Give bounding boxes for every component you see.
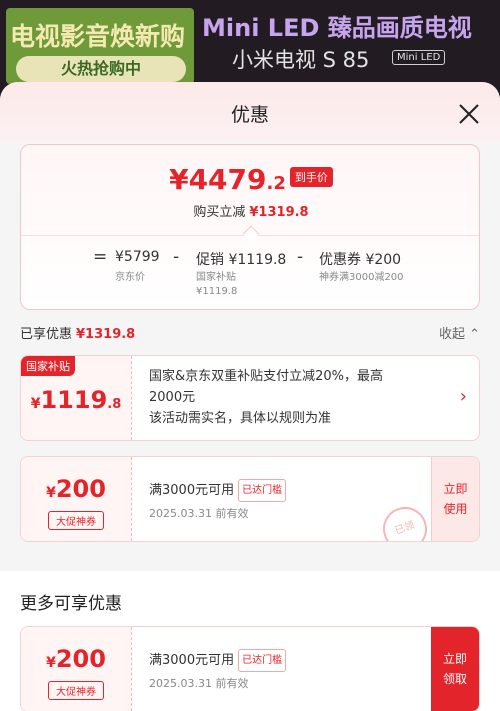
coupon2-separator bbox=[131, 627, 132, 711]
enjoyed-discount-row: 已享优惠 ¥1319.8 收起 ⌃ bbox=[20, 323, 480, 343]
save-label: 购买立减 bbox=[193, 205, 246, 220]
coupon1-reached-tag: 已达门槛 bbox=[238, 479, 287, 502]
promo-label-1: 国家补贴 bbox=[196, 272, 236, 283]
enjoyed-amount: ¥1319.8 bbox=[76, 327, 136, 342]
promo-banner[interactable]: 电视影音焕新购 火热抢购中 Mini LED 臻品画质电视 小米电视 S 85 … bbox=[0, 0, 500, 90]
coupon2-condition: 满3000元可用 bbox=[149, 653, 235, 668]
price-integer: 4479 bbox=[188, 163, 267, 196]
coupon2-condition-row: 满3000元可用 已达门槛 bbox=[149, 649, 287, 672]
final-price-row: ¥4479.2 到手价 bbox=[21, 163, 479, 196]
sheet-header: 优惠 bbox=[0, 82, 500, 142]
subsidy-line-3: 该活动需实名，具体以规则为准 bbox=[149, 411, 332, 426]
jd-price: ¥5799 bbox=[115, 249, 160, 265]
minus-sign-1: - bbox=[173, 247, 180, 267]
coupon-label: 神券满3000减200 bbox=[319, 272, 404, 283]
banner-left-ad[interactable]: 电视影音焕新购 火热抢购中 bbox=[6, 8, 194, 84]
price-summary-card: ¥4479.2 到手价 购买立减 ¥1319.8 = ¥5799 京东价 - 促销 … bbox=[20, 144, 480, 310]
collapse-button[interactable]: 收起 ⌃ bbox=[439, 323, 480, 342]
price-currency: ¥ bbox=[169, 163, 189, 196]
subsidy-integer: 1119 bbox=[40, 386, 108, 414]
subsidy-amount: ¥1119.8 bbox=[21, 386, 131, 414]
coupon-card-claim[interactable]: ¥200 大促神券 满3000元可用 已达门槛 2025.03.31 前有效 立即… bbox=[20, 626, 480, 711]
more-offers-title: 更多可享优惠 bbox=[20, 594, 122, 614]
coupon2-expiry: 2025.03.31 前有效 bbox=[149, 677, 249, 690]
use-now-button[interactable]: 立即使用 bbox=[431, 457, 479, 541]
save-amount: ¥1319.8 bbox=[249, 205, 309, 220]
final-price-tag: 到手价 bbox=[289, 167, 333, 187]
subsidy-line-1: 国家&京东双重补贴支付立减20%，最高 bbox=[149, 369, 384, 384]
chevron-right-icon[interactable]: › bbox=[460, 386, 467, 407]
claim-now-label: 立即领取 bbox=[442, 652, 467, 686]
subsidy-badge: 国家补贴 bbox=[21, 356, 75, 376]
subsidy-separator bbox=[131, 356, 132, 440]
final-price: ¥4479.2 bbox=[169, 163, 286, 196]
minus-sign-2: - bbox=[297, 247, 304, 267]
coupon2-reached-tag: 已达门槛 bbox=[238, 649, 287, 672]
claim-now-button[interactable]: 立即领取 bbox=[431, 627, 479, 711]
coupon1-currency: ¥ bbox=[46, 485, 56, 501]
coupon-amount: 优惠券 ¥200 bbox=[319, 252, 402, 268]
coupon1-condition: 满3000元可用 bbox=[149, 483, 235, 498]
claimed-stamp: 已领 bbox=[376, 500, 434, 541]
subsidy-decimal: .8 bbox=[107, 397, 122, 412]
banner-left-title: 电视影音焕新购 bbox=[10, 22, 186, 51]
section-gap bbox=[0, 560, 500, 570]
save-row: 购买立减 ¥1319.8 bbox=[21, 201, 479, 220]
collapse-label: 收起 bbox=[438, 327, 465, 342]
promo-label-2: ¥1119.8 bbox=[196, 286, 238, 297]
coupon2-currency: ¥ bbox=[46, 655, 56, 671]
coupon1-expiry: 2025.03.31 前有效 bbox=[149, 507, 249, 520]
screen: 电视影音焕新购 火热抢购中 Mini LED 臻品画质电视 小米电视 S 85 … bbox=[0, 0, 500, 711]
close-icon[interactable] bbox=[455, 100, 483, 128]
chevron-up-icon: ⌃ bbox=[469, 327, 480, 342]
promo-amount: 促销 ¥1119.8 bbox=[196, 252, 287, 268]
banner-right-model: 小米电视 S 85 bbox=[232, 48, 370, 72]
sheet-title: 优惠 bbox=[230, 104, 269, 126]
enjoyed-label: 已享优惠 bbox=[20, 327, 73, 342]
subsidy-line-2: 2000元 bbox=[149, 390, 196, 405]
coupon2-tag: 大促神券 bbox=[48, 681, 104, 700]
price-formula: = ¥5799 京东价 - 促销 ¥1119.8 国家补贴 ¥1119.8 - … bbox=[21, 247, 479, 309]
banner-right-tag: Mini LED bbox=[392, 50, 446, 65]
banner-right-title: Mini LED 臻品画质电视 bbox=[202, 14, 472, 42]
coupon2-amount: ¥200 bbox=[21, 645, 131, 673]
discount-sheet: 优惠 ¥4479.2 到手价 购买立减 ¥1319.8 = ¥5799 京东价 - … bbox=[0, 82, 500, 711]
subsidy-description: 国家&京东双重补贴支付立减20%，最高 2000元 该活动需实名，具体以规则为准 bbox=[149, 366, 383, 429]
coupon1-amount: ¥200 bbox=[21, 475, 131, 503]
divider-notch bbox=[242, 225, 260, 243]
coupon1-separator bbox=[131, 457, 132, 541]
coupon2-value: 200 bbox=[55, 645, 106, 673]
coupon1-value: 200 bbox=[55, 475, 106, 503]
subsidy-card[interactable]: 国家补贴 ¥1119.8 国家&京东双重补贴支付立减20%，最高 2000元 该… bbox=[20, 355, 480, 441]
use-now-label: 立即使用 bbox=[443, 482, 468, 516]
coupon1-condition-row: 满3000元可用 已达门槛 bbox=[149, 479, 287, 502]
banner-left-button[interactable]: 火热抢购中 bbox=[16, 56, 186, 82]
coupon1-tag: 大促神券 bbox=[48, 511, 104, 530]
equals-sign: = bbox=[93, 247, 108, 267]
price-decimal: .2 bbox=[266, 173, 286, 194]
jd-price-label: 京东价 bbox=[115, 272, 145, 283]
coupon-card-used: ¥200 大促神券 满3000元可用 已达门槛 2025.03.31 前有效 已领… bbox=[20, 456, 480, 542]
